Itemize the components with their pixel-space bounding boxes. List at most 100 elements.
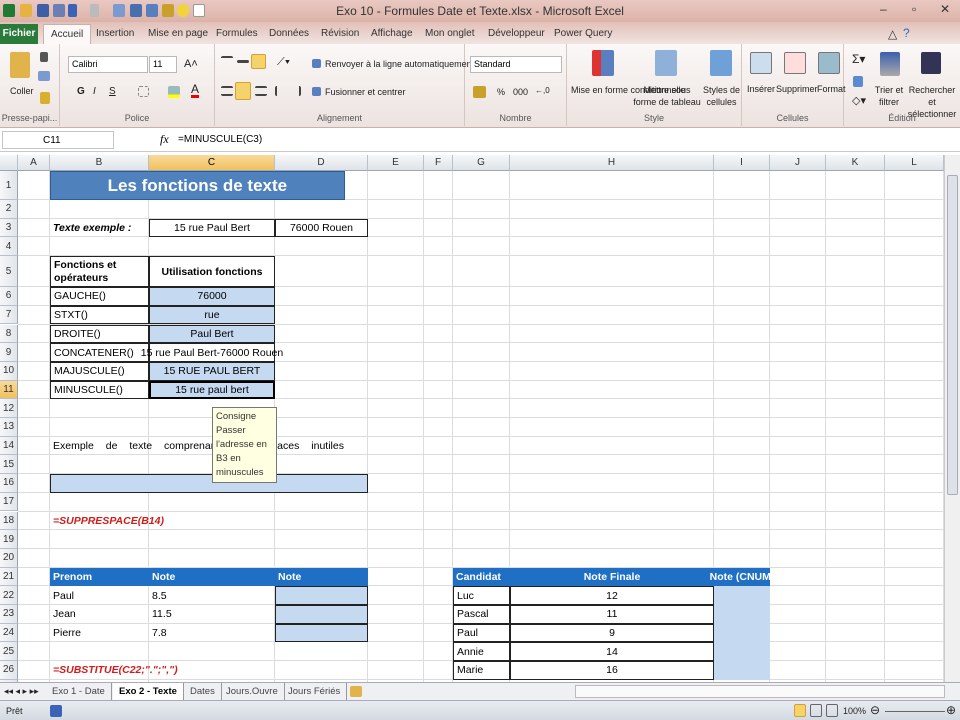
format-cells-icon[interactable] [818,52,840,74]
ribbon-minimize-icon[interactable]: △ [888,27,897,41]
tab-affichage[interactable]: Affichage [371,28,413,39]
column-header-e[interactable]: E [368,155,424,171]
fill-color-icon[interactable] [168,86,180,98]
row-header-26[interactable]: 26 [0,661,18,680]
paste-icon[interactable] [10,52,30,78]
tab-revision[interactable]: Révision [321,28,359,39]
cell-i26[interactable] [714,661,770,680]
macro-record-icon[interactable] [50,705,62,717]
column-header-j[interactable]: J [770,155,826,171]
cell-c23[interactable]: 11.5 [149,605,275,624]
row-header-7[interactable]: 7 [0,305,18,325]
row-header-14[interactable]: 14 [0,436,18,456]
cell-g23[interactable]: Pascal [453,605,510,624]
cell-c3[interactable]: 15 rue Paul Bert [149,218,275,238]
name-box[interactable]: C11 [2,131,114,149]
cell-h23[interactable]: 11 [510,605,714,624]
tab-accueil[interactable]: Accueil [43,24,92,45]
grow-font-icon[interactable]: A˄ [184,58,198,70]
zoom-level[interactable]: 100% [843,706,866,716]
sheet-tab-exo2[interactable]: Exo 2 - Texte [113,683,184,700]
increase-indent-icon[interactable] [291,86,301,96]
scroll-thumb[interactable] [947,175,958,495]
row-header-10[interactable]: 10 [0,361,18,381]
font-name-select[interactable]: Calibri [68,56,148,73]
insert-cells-icon[interactable] [750,52,772,74]
format-button[interactable]: Format [817,84,846,94]
row-header-24[interactable]: 24 [0,623,18,643]
cell-b10[interactable]: MAJUSCULE() [50,361,149,381]
cell-d3[interactable]: 76000 Rouen [275,218,368,238]
cell-styles-icon[interactable] [710,50,732,76]
row-header-20[interactable]: 20 [0,548,18,568]
cell-h26[interactable]: 16 [510,661,714,680]
tab-insertion[interactable]: Insertion [96,28,134,39]
column-header-k[interactable]: K [826,155,885,171]
cell-b16[interactable] [50,474,368,493]
cell-i24[interactable] [714,623,770,643]
column-header-g[interactable]: G [453,155,510,171]
italic-button[interactable]: I [93,86,96,97]
cell-b26[interactable]: =SUBSTITUE(C22;".";",") [50,661,178,680]
cell-c11[interactable]: 15 rue paul bert [149,380,275,400]
increase-decimal-icon[interactable]: ←,0 [535,86,550,95]
copy-icon[interactable] [38,71,50,81]
row-header-11[interactable]: 11 [0,380,18,400]
fill-icon[interactable] [853,76,863,87]
minimize-icon[interactable]: – [880,2,887,16]
cell-b3[interactable]: Texte exemple : [50,219,149,238]
row-header-18[interactable]: 18 [0,511,18,531]
column-header-c[interactable]: C [149,155,275,171]
find-select-icon[interactable] [921,52,941,74]
cell-i25[interactable] [714,642,770,662]
cell-b6[interactable]: GAUCHE() [50,287,149,306]
cell-d23[interactable] [275,605,368,624]
cell-h24[interactable]: 9 [510,623,714,643]
column-header-f[interactable]: F [424,155,453,171]
spreadsheet-grid[interactable]: A B C D E F G H I J K L 1 2 3 4 5 6 7 8 9 10 11 12 13 14 15 16 17 18 1… [0,155,944,682]
cell-i21[interactable]: Note (CNUM) [710,567,774,587]
row-header-6[interactable]: 6 [0,287,18,306]
column-header-h[interactable]: H [510,155,714,171]
font-color-icon[interactable]: A [191,83,200,98]
autosum-icon[interactable]: Σ▾ [852,52,865,66]
bold-button[interactable]: G [77,86,85,97]
cell-b7[interactable]: STXT() [50,305,149,325]
formula-input[interactable]: =MINUSCULE(C3) [178,134,262,145]
cell-b24[interactable]: Pierre [50,624,149,643]
cell-c10[interactable]: 15 RUE PAUL BERT [149,361,275,381]
cell-d22[interactable] [275,586,368,605]
tab-developpeur[interactable]: Développeur [488,28,545,39]
cell-c9[interactable]: 15 rue Paul Bert-76000 Rouen [141,343,283,362]
tab-formules[interactable]: Formules [216,28,258,39]
sheet-tab-jours-ouvre[interactable]: Jours.Ouvre [220,683,285,700]
cell-h22[interactable]: 12 [510,586,714,605]
row-header-8[interactable]: 8 [0,324,18,344]
sheet-tab-exo1[interactable]: Exo 1 - Date [46,683,112,700]
align-top-icon[interactable] [221,56,233,64]
row-header-25[interactable]: 25 [0,642,18,662]
row-header-16[interactable]: 16 [0,474,18,493]
column-header-a[interactable]: A [18,155,50,171]
tab-fichier[interactable]: Fichier [0,24,38,44]
row-header-12[interactable]: 12 [0,399,18,418]
row-header-21[interactable]: 21 [0,567,18,587]
merge-center-icon[interactable] [312,87,321,96]
cell-c24[interactable]: 7.8 [149,624,275,643]
align-left-icon[interactable] [221,86,233,96]
row-header-5[interactable]: 5 [0,256,18,288]
cell-h25[interactable]: 14 [510,642,714,662]
cell-b14[interactable]: Exemple de texte comprenant des espaces … [50,437,344,456]
cell-g21[interactable]: Candidat [453,567,510,587]
row-header-9[interactable]: 9 [0,343,18,362]
cell-b22[interactable]: Paul [50,586,149,605]
zoom-slider[interactable] [885,711,945,712]
tab-power-query[interactable]: Power Query [554,28,612,39]
wrap-text-button[interactable]: Renvoyer à la ligne automatiquement [325,59,474,69]
cell-styles-button[interactable]: Styles de cellules [702,84,741,108]
cell-b21[interactable]: Prenom [50,567,149,587]
new-sheet-icon[interactable] [350,686,362,697]
paste-button[interactable]: Coller [10,86,34,96]
align-middle-icon[interactable] [237,60,249,63]
cell-h21[interactable]: Note Finale [510,567,714,587]
